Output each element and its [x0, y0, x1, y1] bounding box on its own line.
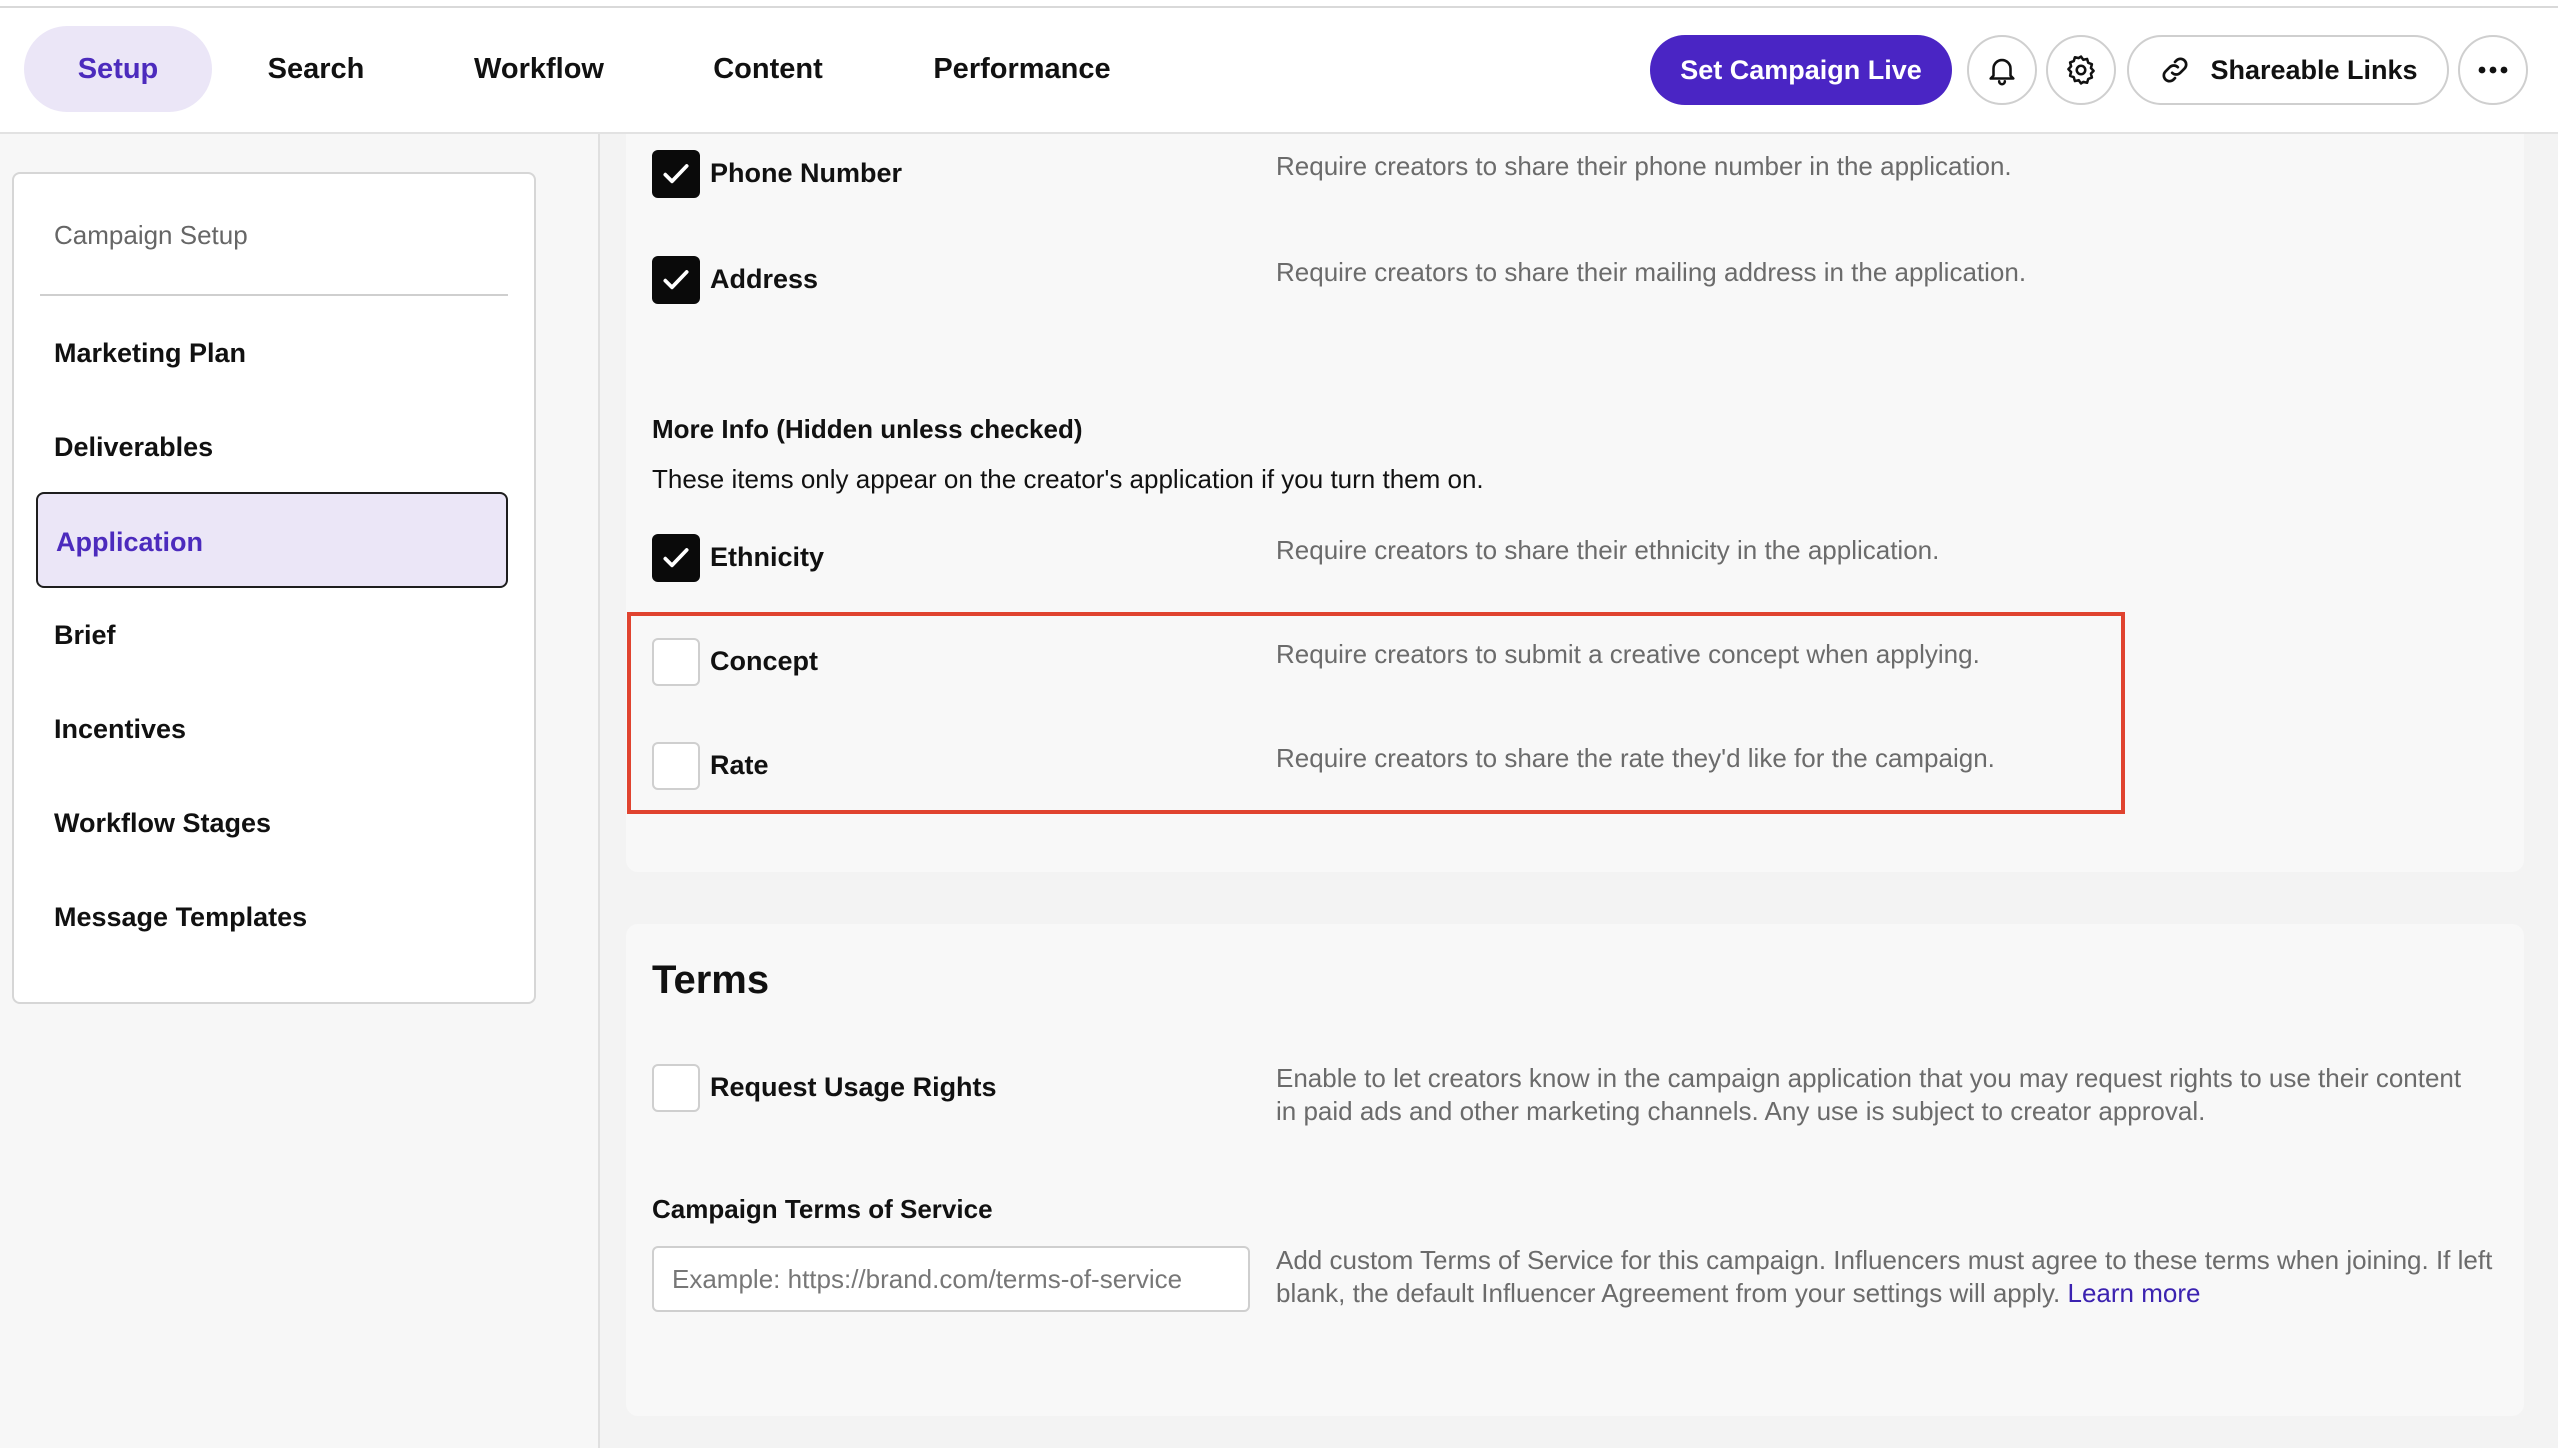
- request-usage-rights-label: Request Usage Rights: [710, 1072, 997, 1102]
- terms-of-service-description-text: Add custom Terms of Service for this cam…: [1276, 1245, 2493, 1308]
- sidebar-divider: [40, 294, 508, 296]
- notifications-button[interactable]: [1967, 35, 2037, 105]
- ethnicity-description: Require creators to share their ethnicit…: [1276, 535, 1940, 565]
- bell-icon: [1989, 58, 2015, 86]
- settings-button[interactable]: [2046, 35, 2116, 105]
- campaign-setup-sidebar: Campaign Setup Marketing Plan Deliverabl…: [12, 172, 536, 1004]
- sidebar-item-message-templates[interactable]: Message Templates: [54, 902, 307, 933]
- tab-setup[interactable]: Setup: [24, 26, 212, 112]
- checkmark-icon: [663, 270, 689, 290]
- ethnicity-checkbox[interactable]: [652, 534, 700, 582]
- terms-card: [626, 924, 2524, 1416]
- highlight-box: [627, 612, 2125, 814]
- terms-of-service-description: Add custom Terms of Service for this cam…: [1276, 1244, 2506, 1310]
- request-usage-rights-description: Enable to let creators know in the campa…: [1276, 1063, 2462, 1126]
- address-description: Require creators to share their mailing …: [1276, 257, 2027, 287]
- phone-number-description: Require creators to share their phone nu…: [1276, 151, 2012, 181]
- learn-more-link[interactable]: Learn more: [2068, 1278, 2201, 1308]
- more-horizontal-icon: [2478, 66, 2508, 74]
- more-info-subtitle: These items only appear on the creator's…: [652, 464, 1484, 494]
- phone-number-checkbox[interactable]: [652, 150, 700, 198]
- terms-of-service-label: Campaign Terms of Service: [652, 1194, 993, 1224]
- address-label: Address: [710, 264, 819, 294]
- ethnicity-label: Ethnicity: [710, 542, 825, 572]
- top-nav-bar: Setup Search Workflow Content Performanc…: [0, 8, 2558, 134]
- request-usage-rights-checkbox[interactable]: [652, 1064, 700, 1112]
- tab-content[interactable]: Content: [694, 26, 842, 112]
- set-campaign-live-button[interactable]: Set Campaign Live: [1650, 35, 1952, 105]
- more-options-button[interactable]: [2458, 35, 2528, 105]
- tab-performance[interactable]: Performance: [912, 26, 1132, 112]
- tab-search[interactable]: Search: [242, 26, 390, 112]
- tab-workflow[interactable]: Workflow: [456, 26, 622, 112]
- checkmark-icon: [663, 164, 689, 184]
- sidebar-item-brief[interactable]: Brief: [54, 620, 116, 651]
- sidebar-item-marketing-plan[interactable]: Marketing Plan: [54, 338, 246, 369]
- phone-number-label: Phone Number: [710, 158, 903, 188]
- shareable-links-label: Shareable Links: [2210, 54, 2418, 85]
- bottom-edge: [0, 1448, 2558, 1454]
- link-icon: [2163, 57, 2188, 83]
- sidebar-item-deliverables[interactable]: Deliverables: [54, 432, 213, 463]
- terms-title: Terms: [652, 958, 770, 1002]
- terms-of-service-input[interactable]: [652, 1246, 1250, 1312]
- checkmark-icon: [663, 548, 689, 568]
- sidebar-heading: Campaign Setup: [54, 220, 248, 250]
- sidebar-item-incentives[interactable]: Incentives: [54, 714, 186, 745]
- sidebar-item-application[interactable]: Application: [36, 492, 508, 588]
- more-info-title: More Info (Hidden unless checked): [652, 414, 1083, 444]
- address-checkbox[interactable]: [652, 256, 700, 304]
- gear-icon: [2067, 55, 2095, 85]
- window-top-border: [0, 0, 2558, 8]
- sidebar-item-workflow-stages[interactable]: Workflow Stages: [54, 808, 271, 839]
- shareable-links-button[interactable]: Shareable Links: [2127, 35, 2449, 105]
